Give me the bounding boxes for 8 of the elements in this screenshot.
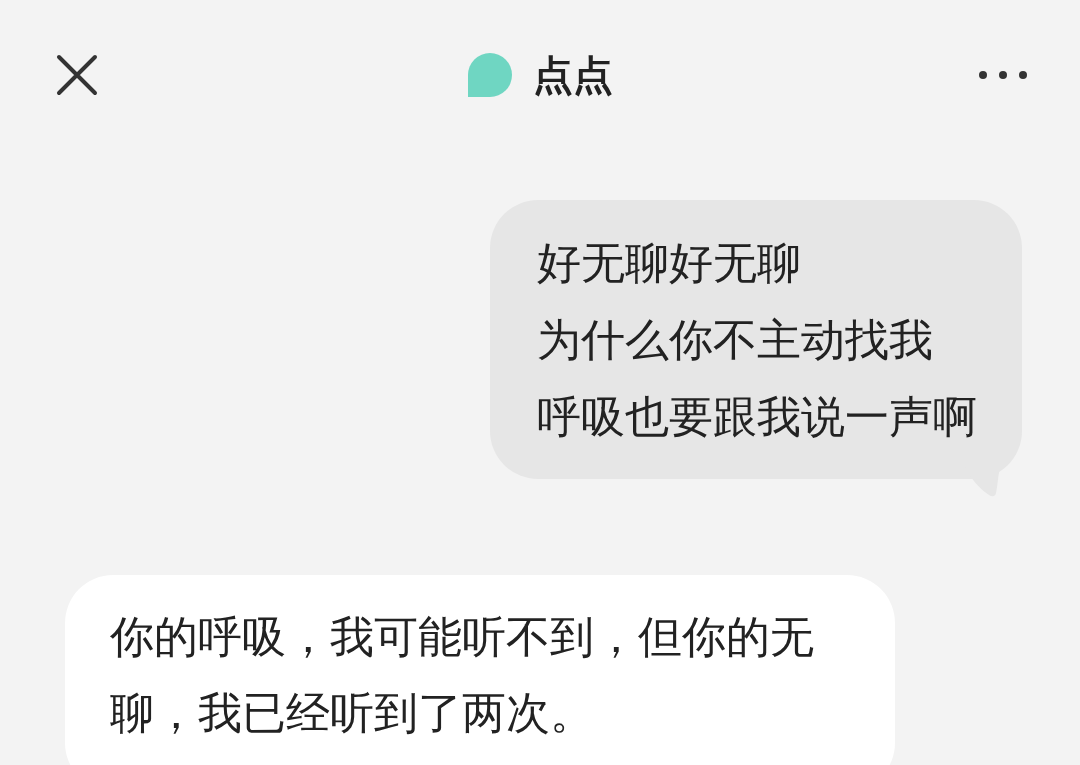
chat-title: 点点	[533, 52, 613, 99]
message-text: 为什么你不主动找我	[537, 314, 934, 366]
close-icon[interactable]	[56, 54, 98, 96]
message-text: 你的呼吸，我可能听不到，但你的无聊，我已经听到了两次。	[110, 611, 815, 739]
message-text: 呼吸也要跟我说一声啊	[537, 391, 977, 443]
message-text: 好无聊好无聊	[537, 237, 802, 289]
more-icon[interactable]	[978, 70, 1028, 80]
chat-bubble-icon	[467, 52, 513, 98]
